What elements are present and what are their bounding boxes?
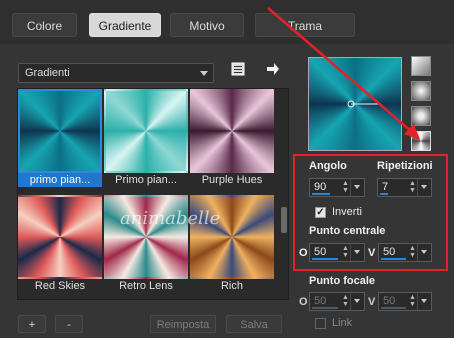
focal-h-value: 50 — [314, 295, 327, 307]
invert-label: Inverti — [332, 206, 362, 218]
chevron-down-icon[interactable] — [417, 179, 431, 196]
stepper-arrows-icon[interactable]: ▲ ▼ — [408, 294, 417, 309]
repeat-value: 7 — [382, 181, 389, 193]
link-checkbox[interactable] — [315, 318, 326, 329]
stepper-arrows-icon[interactable]: ▲ ▼ — [341, 180, 350, 195]
center-v-stepper[interactable]: 50 ▲ ▼ — [378, 243, 432, 262]
invert-checkbox[interactable]: ✓ — [315, 207, 326, 218]
focal-point-label: Punto focale — [309, 275, 376, 287]
chevron-down-icon[interactable] — [350, 179, 364, 196]
angle-stepper[interactable]: 90 ▲ ▼ — [309, 178, 365, 197]
focal-h-stepper[interactable]: 50 ▲ ▼ — [309, 292, 365, 311]
angle-value: 90 — [314, 181, 327, 193]
repeat-slider-bar — [380, 193, 388, 195]
stepper-arrows-icon[interactable]: ▲ ▼ — [341, 245, 350, 260]
chevron-down-icon[interactable] — [350, 293, 364, 310]
center-point-label: Punto centrale — [309, 225, 386, 237]
stepper-arrows-icon[interactable]: ▲ ▼ — [341, 294, 350, 309]
repeat-label: Ripetizioni — [377, 160, 433, 172]
focal-v-value: 50 — [383, 295, 396, 307]
angle-label: Angolo — [309, 160, 347, 172]
center-v-value: 50 — [383, 246, 396, 258]
focal-h-label: O — [299, 296, 308, 308]
focal-h-slider-bar — [312, 307, 338, 309]
chevron-down-icon[interactable] — [417, 293, 431, 310]
repeat-stepper[interactable]: 7 ▲ ▼ — [377, 178, 432, 197]
link-label: Link — [332, 317, 353, 329]
center-h-value: 50 — [314, 246, 327, 258]
stepper-arrows-icon[interactable]: ▲ ▼ — [408, 180, 417, 195]
stepper-arrows-icon[interactable]: ▲ ▼ — [408, 245, 417, 260]
center-v-slider-bar — [381, 258, 406, 260]
chevron-down-icon[interactable] — [417, 244, 431, 261]
center-h-stepper[interactable]: 50 ▲ ▼ — [309, 243, 365, 262]
center-h-label: O — [299, 247, 308, 259]
focal-v-slider-bar — [381, 307, 406, 309]
chevron-down-icon[interactable] — [350, 244, 364, 261]
center-h-slider-bar — [312, 258, 338, 260]
focal-v-stepper[interactable]: 50 ▲ ▼ — [378, 292, 432, 311]
focal-v-label: V — [368, 296, 376, 308]
angle-slider-bar — [312, 193, 330, 195]
center-v-label: V — [368, 247, 376, 259]
